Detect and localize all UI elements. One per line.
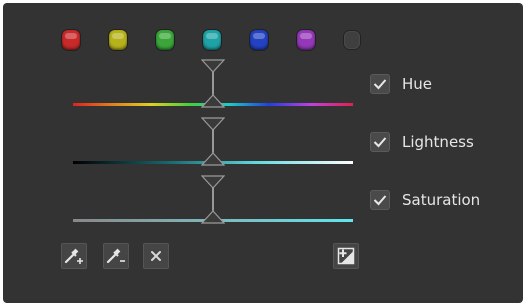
mask-display-icon: [337, 247, 355, 265]
color-zones-panel: Hue Lightness Saturation: [3, 3, 523, 303]
clear-button[interactable]: [143, 243, 169, 269]
hue-option[interactable]: Hue: [370, 74, 432, 94]
swatch-blue[interactable]: [250, 30, 268, 50]
saturation-slider-marker[interactable]: [201, 175, 225, 237]
swatch-green[interactable]: [156, 30, 174, 50]
hue-label: Hue: [402, 75, 433, 93]
check-icon: [373, 137, 387, 148]
display-mask-button[interactable]: [333, 243, 359, 269]
close-icon: [151, 251, 161, 261]
picker-subtract-button[interactable]: [103, 243, 129, 269]
lightness-slider-marker[interactable]: [201, 117, 225, 179]
swatch-red[interactable]: [62, 30, 80, 50]
swatch-cyan[interactable]: [203, 30, 221, 50]
saturation-label: Saturation: [402, 191, 481, 209]
saturation-checkbox[interactable]: [370, 190, 390, 210]
eyedropper-plus-icon: [64, 248, 83, 264]
saturation-option[interactable]: Saturation: [370, 190, 480, 210]
lightness-checkbox[interactable]: [370, 132, 390, 152]
hue-slider-marker[interactable]: [201, 59, 225, 121]
picker-add-button[interactable]: [61, 243, 87, 269]
eyedropper-minus-icon: [106, 248, 125, 264]
lightness-option[interactable]: Lightness: [370, 132, 474, 152]
swatch-none[interactable]: [344, 31, 360, 49]
lightness-label: Lightness: [402, 133, 474, 151]
swatch-yellow[interactable]: [109, 30, 127, 50]
check-icon: [373, 195, 387, 206]
swatch-magenta[interactable]: [297, 30, 315, 50]
hue-checkbox[interactable]: [370, 74, 390, 94]
check-icon: [373, 79, 387, 90]
